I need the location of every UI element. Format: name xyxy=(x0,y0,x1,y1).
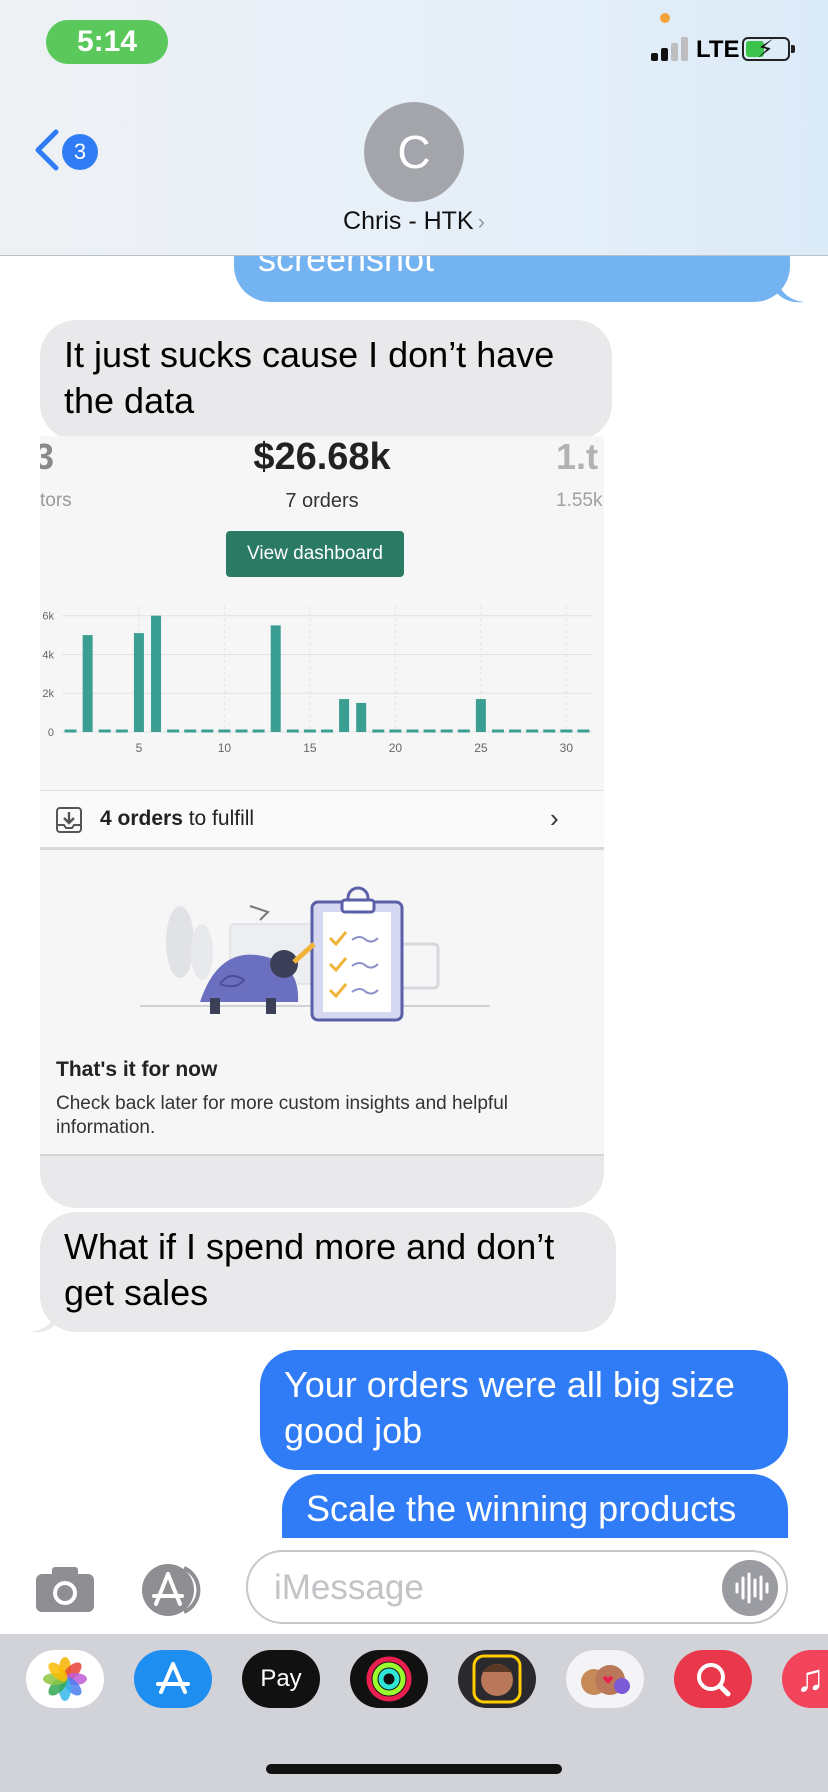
image-attachment[interactable]: 3 tors $26.68k 7 orders 1.t 1.55k View d… xyxy=(40,436,604,1208)
chart-bar xyxy=(270,625,281,732)
message-text: screenshot xyxy=(258,256,435,279)
total-sales-value: $26.68k xyxy=(253,436,391,478)
chevron-right-icon: › xyxy=(477,209,485,234)
message-text: Scale the winning products xyxy=(306,1488,737,1529)
mic-indicator-dot xyxy=(660,13,670,23)
activity-app-icon[interactable] xyxy=(350,1650,428,1708)
contact-name[interactable]: Chris - HTK › xyxy=(0,207,828,236)
sent-message-bubble[interactable]: Scale the winning products xyxy=(282,1474,788,1546)
apple-pay-app-icon[interactable]: Pay xyxy=(242,1650,320,1708)
orders-to-fulfill-row: 4 orders to fulfill › xyxy=(40,790,604,850)
shopify-screenshot: 3 tors $26.68k 7 orders 1.t 1.55k View d… xyxy=(40,436,604,1156)
contact-name-label[interactable]: Chris - HTK xyxy=(343,207,474,235)
sales-bar-chart: 0 2k 4k 6k 5 10 15 20 25 30 xyxy=(42,606,592,755)
screenshot-divider xyxy=(40,1154,604,1156)
bubble-tail-icon xyxy=(776,280,804,303)
sent-message-bubble[interactable]: screenshot xyxy=(234,256,790,302)
chart-bar xyxy=(356,702,367,732)
app-store-app-icon[interactable] xyxy=(134,1650,212,1708)
message-text: Your orders were all big size good job xyxy=(284,1364,735,1451)
photos-app-icon[interactable] xyxy=(26,1650,104,1708)
x-tick-label: 10 xyxy=(218,741,232,755)
x-tick-label: 25 xyxy=(474,741,488,755)
received-message-bubble[interactable]: What if I spend more and don’t get sales xyxy=(40,1212,616,1332)
turtle-clipboard-illustration xyxy=(140,886,490,1022)
network-type: LTE xyxy=(696,36,740,63)
sent-message-bubble[interactable]: Your orders were all big size good job xyxy=(260,1350,788,1470)
memoji-app-icon[interactable] xyxy=(458,1650,536,1708)
x-tick-label: 5 xyxy=(136,741,143,755)
chart-bar xyxy=(475,699,486,732)
view-dashboard-button: View dashboard xyxy=(226,531,404,577)
chart-bar xyxy=(339,699,350,732)
music-app-icon[interactable]: ♫ xyxy=(782,1650,828,1708)
fulfill-suffix: to fulfill xyxy=(182,807,255,830)
y-tick-label: 6k xyxy=(42,611,54,623)
message-text: It just sucks cause I don’t have the dat… xyxy=(64,334,555,421)
back-chevron-icon[interactable] xyxy=(30,128,64,172)
audio-waveform-icon[interactable] xyxy=(722,1560,778,1616)
y-tick-label: 4k xyxy=(42,649,54,661)
orders-count-label: 7 orders xyxy=(285,490,359,512)
stat-right-label: 1.55k xyxy=(556,490,603,511)
y-tick-label: 2k xyxy=(42,688,54,700)
imessage-placeholder: iMessage xyxy=(274,1568,424,1607)
app-store-icon[interactable] xyxy=(140,1564,212,1616)
chart-bar xyxy=(133,633,144,732)
chart-bar xyxy=(151,615,162,732)
app-drawer: Pay ♫ xyxy=(0,1634,828,1792)
contact-avatar[interactable]: C xyxy=(364,102,464,202)
home-indicator[interactable] xyxy=(266,1764,562,1774)
x-tick-label: 15 xyxy=(303,741,317,755)
fulfill-count: 4 orders xyxy=(100,807,183,830)
y-tick-label: 0 xyxy=(48,727,54,739)
status-bar: 5:14 LTE ⚡ xyxy=(0,0,828,90)
fulfill-text: 4 orders to fulfill xyxy=(100,807,254,831)
done-body: Check back later for more custom insight… xyxy=(56,1093,508,1138)
animoji-app-icon[interactable] xyxy=(566,1650,644,1708)
unread-count-badge[interactable]: 3 xyxy=(62,134,98,170)
status-time[interactable]: 5:14 xyxy=(46,20,168,64)
stat-right-value: 1.t xyxy=(556,436,599,477)
bubble-tail-icon xyxy=(30,1310,58,1333)
x-tick-label: 20 xyxy=(389,741,403,755)
apple-pay-label: Pay xyxy=(260,1665,302,1692)
search-app-icon[interactable] xyxy=(674,1650,752,1708)
imessage-input[interactable]: iMessage xyxy=(246,1550,788,1624)
camera-icon[interactable] xyxy=(34,1564,96,1614)
download-tray-icon xyxy=(56,807,82,833)
signal-icon xyxy=(651,37,689,61)
message-input-bar: iMessage xyxy=(0,1538,828,1634)
x-tick-label: 30 xyxy=(560,741,574,755)
chevron-right-icon: › xyxy=(550,803,559,833)
received-message-bubble[interactable]: It just sucks cause I don’t have the dat… xyxy=(40,320,612,440)
message-text: What if I spend more and don’t get sales xyxy=(64,1226,555,1313)
chart-bar xyxy=(82,635,93,732)
done-title: That's it for now xyxy=(56,1058,218,1081)
battery-icon: ⚡ xyxy=(742,36,795,63)
